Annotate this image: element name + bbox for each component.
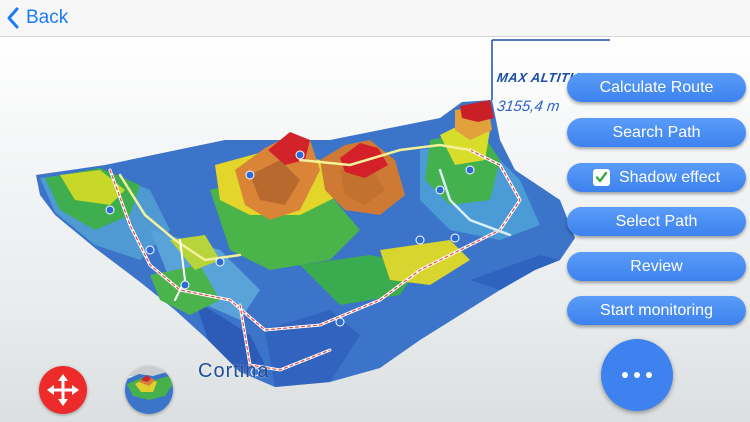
shadow-effect-button[interactable]: Shadow effect (567, 163, 746, 192)
max-altitude-value: 3155,4 m (495, 98, 561, 115)
search-path-button[interactable]: Search Path (567, 118, 746, 147)
more-options-button[interactable] (601, 339, 673, 411)
map-style-thumbnail[interactable] (125, 366, 173, 414)
checkmark-icon[interactable] (592, 169, 610, 186)
move-button[interactable] (39, 366, 87, 414)
review-button[interactable]: Review (567, 252, 746, 281)
calculate-route-button[interactable]: Calculate Route (567, 73, 746, 102)
move-arrows-icon (47, 374, 79, 406)
ellipsis-icon (622, 372, 628, 378)
chevron-left-icon (7, 7, 19, 29)
navigation-bar: Back (0, 0, 750, 37)
place-label-cortina: Cortina (198, 360, 270, 382)
start-monitoring-button[interactable]: Start monitoring (567, 296, 746, 325)
select-path-button[interactable]: Select Path (567, 207, 746, 236)
back-label: Back (26, 7, 69, 28)
shadow-effect-label: Shadow effect (618, 168, 721, 186)
back-button[interactable]: Back (6, 4, 68, 32)
